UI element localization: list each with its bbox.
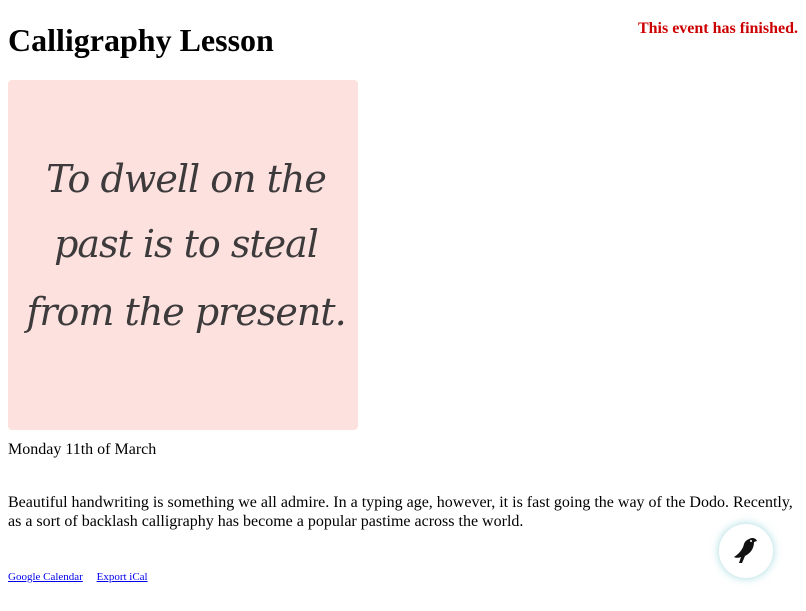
- event-description: Beautiful handwriting is something we al…: [8, 494, 793, 530]
- event-image: To dwell on the past is to steal from th…: [8, 80, 358, 430]
- calendar-links: Google Calendar Export iCal: [8, 570, 159, 584]
- bird-icon: [734, 537, 757, 563]
- chat-widget-button[interactable]: [718, 523, 774, 579]
- quote-line-3: from the present.: [23, 290, 345, 334]
- page-title: Calligraphy Lesson: [8, 22, 274, 58]
- event-page: Calligraphy Lesson This event has finish…: [0, 0, 806, 611]
- export-ical-link[interactable]: Export iCal: [97, 571, 148, 583]
- event-date: Monday 11th of March: [8, 441, 157, 458]
- event-status: This event has finished.: [637, 20, 798, 37]
- quote-line-1: To dwell on the: [46, 157, 326, 201]
- quote-line-2: past is to steal: [54, 222, 318, 266]
- google-calendar-link[interactable]: Google Calendar: [8, 571, 83, 583]
